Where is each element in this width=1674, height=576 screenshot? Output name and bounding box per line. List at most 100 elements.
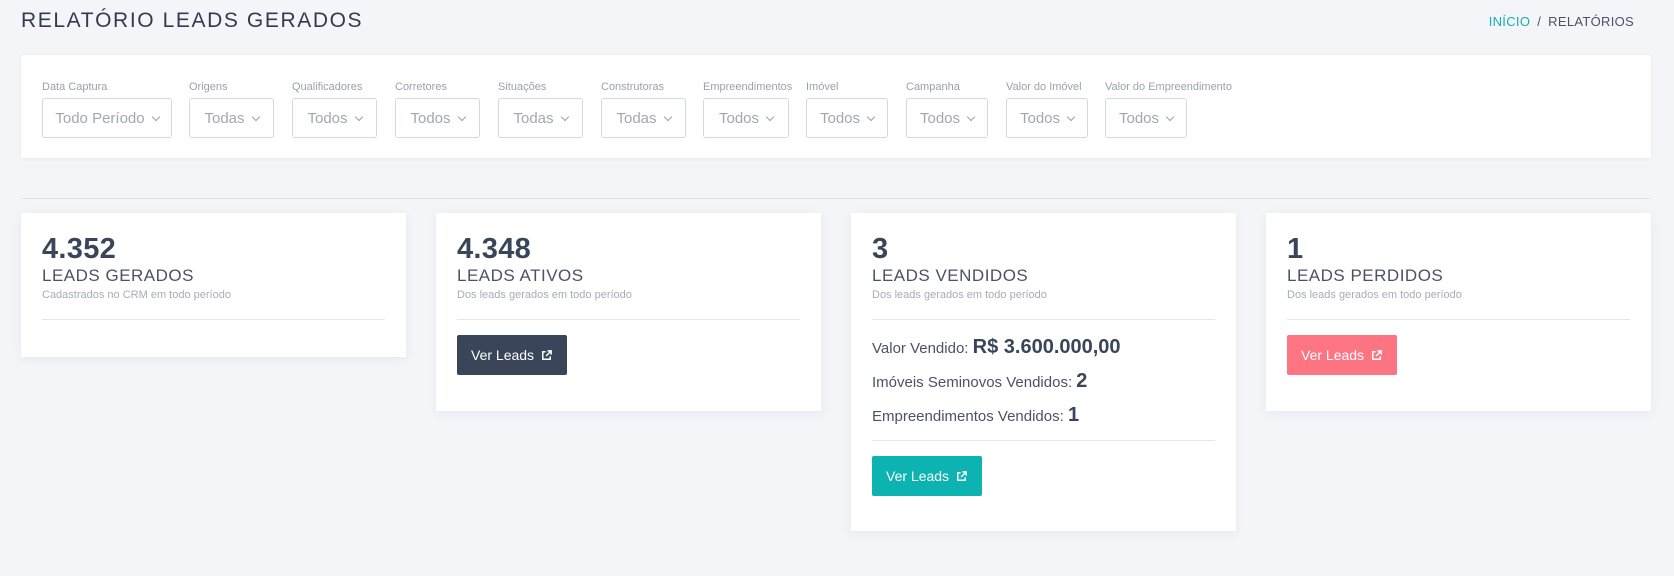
chevron-down-icon <box>765 112 775 121</box>
filter-label: Campanha <box>906 81 960 93</box>
data-captura-select[interactable]: Todo Período <box>42 98 172 138</box>
select-value: Todo Período <box>55 109 145 127</box>
valor-vendido-value: R$ 3.600.000,00 <box>972 336 1121 358</box>
select-value: Todas <box>513 109 554 127</box>
filter-label: Valor do Imóvel <box>1006 81 1082 93</box>
empreendimentos-value: 1 <box>1067 404 1080 426</box>
valor-vendido-line: Valor Vendido: R$ 3.600.000,00 <box>872 336 1215 360</box>
filters-panel: Data Captura Todo Período Origens Todas … <box>21 55 1651 158</box>
sales-details: Valor Vendido: R$ 3.600.000,00 Imóveis S… <box>872 336 1215 428</box>
card-divider <box>872 319 1215 320</box>
card-divider <box>457 319 800 320</box>
stat-title: LEADS GERADOS <box>42 266 194 285</box>
chevron-down-icon <box>354 112 363 121</box>
select-value: Todos <box>1019 109 1061 127</box>
stat-number: 1 <box>1287 233 1304 265</box>
valor-empreendimento-select[interactable]: Todos <box>1105 98 1187 138</box>
select-value: Todos <box>919 109 961 127</box>
filter-label: Construtoras <box>601 81 664 93</box>
filter-label: Origens <box>189 81 228 93</box>
card-divider <box>1287 319 1630 320</box>
filter-label: Situações <box>498 81 547 93</box>
chevron-down-icon <box>1165 112 1175 121</box>
card-leads-gerados: 4.352 LEADS GERADOS Cadastrados no CRM e… <box>21 213 406 357</box>
filter-label: Data Captura <box>42 81 108 93</box>
stat-title: LEADS ATIVOS <box>457 266 584 285</box>
stat-subtitle: Dos leads gerados em todo período <box>872 289 1047 301</box>
filter-label: Valor do Empreendimento <box>1105 81 1232 93</box>
chevron-down-icon <box>1066 112 1076 121</box>
chevron-down-icon <box>663 112 672 121</box>
filter-situacoes: Situações Todas <box>498 81 583 138</box>
filter-valor-imovel: Valor do Imóvel Todos <box>1006 81 1088 138</box>
select-value: Todos <box>718 109 760 127</box>
filter-label: Corretores <box>395 81 447 93</box>
stat-title: LEADS VENDIDOS <box>872 266 1029 285</box>
filter-construtoras: Construtoras Todas <box>601 81 686 138</box>
seminovos-value: 2 <box>1076 370 1088 392</box>
filter-label: Imóvel <box>806 81 839 93</box>
card-divider <box>872 440 1215 441</box>
section-divider <box>21 198 1651 199</box>
select-value: Todos <box>819 109 861 127</box>
origens-select[interactable]: Todas <box>189 98 274 138</box>
ver-leads-perdidos-button[interactable]: Ver Leads <box>1287 335 1398 375</box>
filter-data-captura: Data Captura Todo Período <box>42 81 172 138</box>
select-value: Todas <box>204 109 245 127</box>
page-header: RELATÓRIO LEADS GERADOS INÍCIO / RELATÓRIO… <box>21 6 1634 36</box>
button-label: Ver Leads <box>1301 347 1365 363</box>
breadcrumb-home-link[interactable]: INÍCIO <box>1489 14 1531 29</box>
button-label: Ver Leads <box>471 347 535 363</box>
chevron-down-icon <box>151 112 160 121</box>
stat-subtitle: Cadastrados no CRM em todo período <box>42 289 231 301</box>
filter-empreendimentos: Empreendimentos Todos <box>703 81 792 138</box>
page-title: RELATÓRIO LEADS GERADOS <box>21 9 364 32</box>
empreendimentos-select[interactable]: Todos <box>703 98 789 138</box>
select-value: Todos <box>307 109 348 127</box>
card-leads-perdidos: 1 LEADS PERDIDOS Dos leads gerados em to… <box>1266 213 1651 411</box>
stat-subtitle: Dos leads gerados em todo período <box>457 289 632 301</box>
card-leads-vendidos: 3 LEADS VENDIDOS Dos leads gerados em to… <box>851 213 1236 531</box>
empreendimentos-label: Empreendimentos Vendidos: <box>872 408 1064 425</box>
chevron-down-icon <box>560 112 569 121</box>
valor-vendido-label: Valor Vendido: <box>872 340 969 357</box>
ver-leads-vendidos-button[interactable]: Ver Leads <box>872 456 983 496</box>
campanha-select[interactable]: Todos <box>906 98 988 138</box>
filter-label: Qualificadores <box>292 81 363 93</box>
seminovos-label: Imóveis Seminovos Vendidos: <box>872 374 1073 391</box>
filter-label: Empreendimentos <box>703 81 793 93</box>
external-link-icon <box>957 470 967 481</box>
select-value: Todos <box>1118 109 1160 127</box>
stat-number: 4.348 <box>457 233 532 265</box>
empreendimentos-line: Empreendimentos Vendidos: 1 <box>872 404 1215 428</box>
select-value: Todos <box>410 109 451 127</box>
situacoes-select[interactable]: Todas <box>498 98 583 138</box>
stat-number: 3 <box>872 233 889 265</box>
breadcrumb-current: RELATÓRIOS <box>1548 13 1634 29</box>
filter-imovel: Imóvel Todos <box>806 81 888 138</box>
filter-qualificadores: Qualificadores Todos <box>292 81 377 138</box>
breadcrumb: INÍCIO / RELATÓRIOS <box>1489 14 1634 29</box>
imovel-select[interactable]: Todos <box>806 98 888 138</box>
select-value: Todas <box>616 109 657 127</box>
breadcrumb-separator: / <box>1537 13 1542 29</box>
card-divider <box>42 319 385 320</box>
external-link-icon <box>1372 349 1382 360</box>
chevron-down-icon <box>251 112 260 121</box>
external-link-icon <box>542 349 552 360</box>
stat-subtitle: Dos leads gerados em todo período <box>1287 289 1462 301</box>
corretores-select[interactable]: Todos <box>395 98 480 138</box>
filter-corretores: Corretores Todos <box>395 81 480 138</box>
seminovos-line: Imóveis Seminovos Vendidos: 2 <box>872 370 1215 394</box>
ver-leads-ativos-button[interactable]: Ver Leads <box>457 335 568 375</box>
chevron-down-icon <box>866 112 876 121</box>
stat-number: 4.352 <box>42 233 117 265</box>
valor-imovel-select[interactable]: Todos <box>1006 98 1088 138</box>
chevron-down-icon <box>966 112 976 121</box>
stat-title: LEADS PERDIDOS <box>1287 266 1444 285</box>
filter-valor-empreendimento: Valor do Empreendimento Todos <box>1105 81 1232 138</box>
chevron-down-icon <box>457 112 466 121</box>
filter-origens: Origens Todas <box>189 81 274 138</box>
qualificadores-select[interactable]: Todos <box>292 98 377 138</box>
construtoras-select[interactable]: Todas <box>601 98 686 138</box>
